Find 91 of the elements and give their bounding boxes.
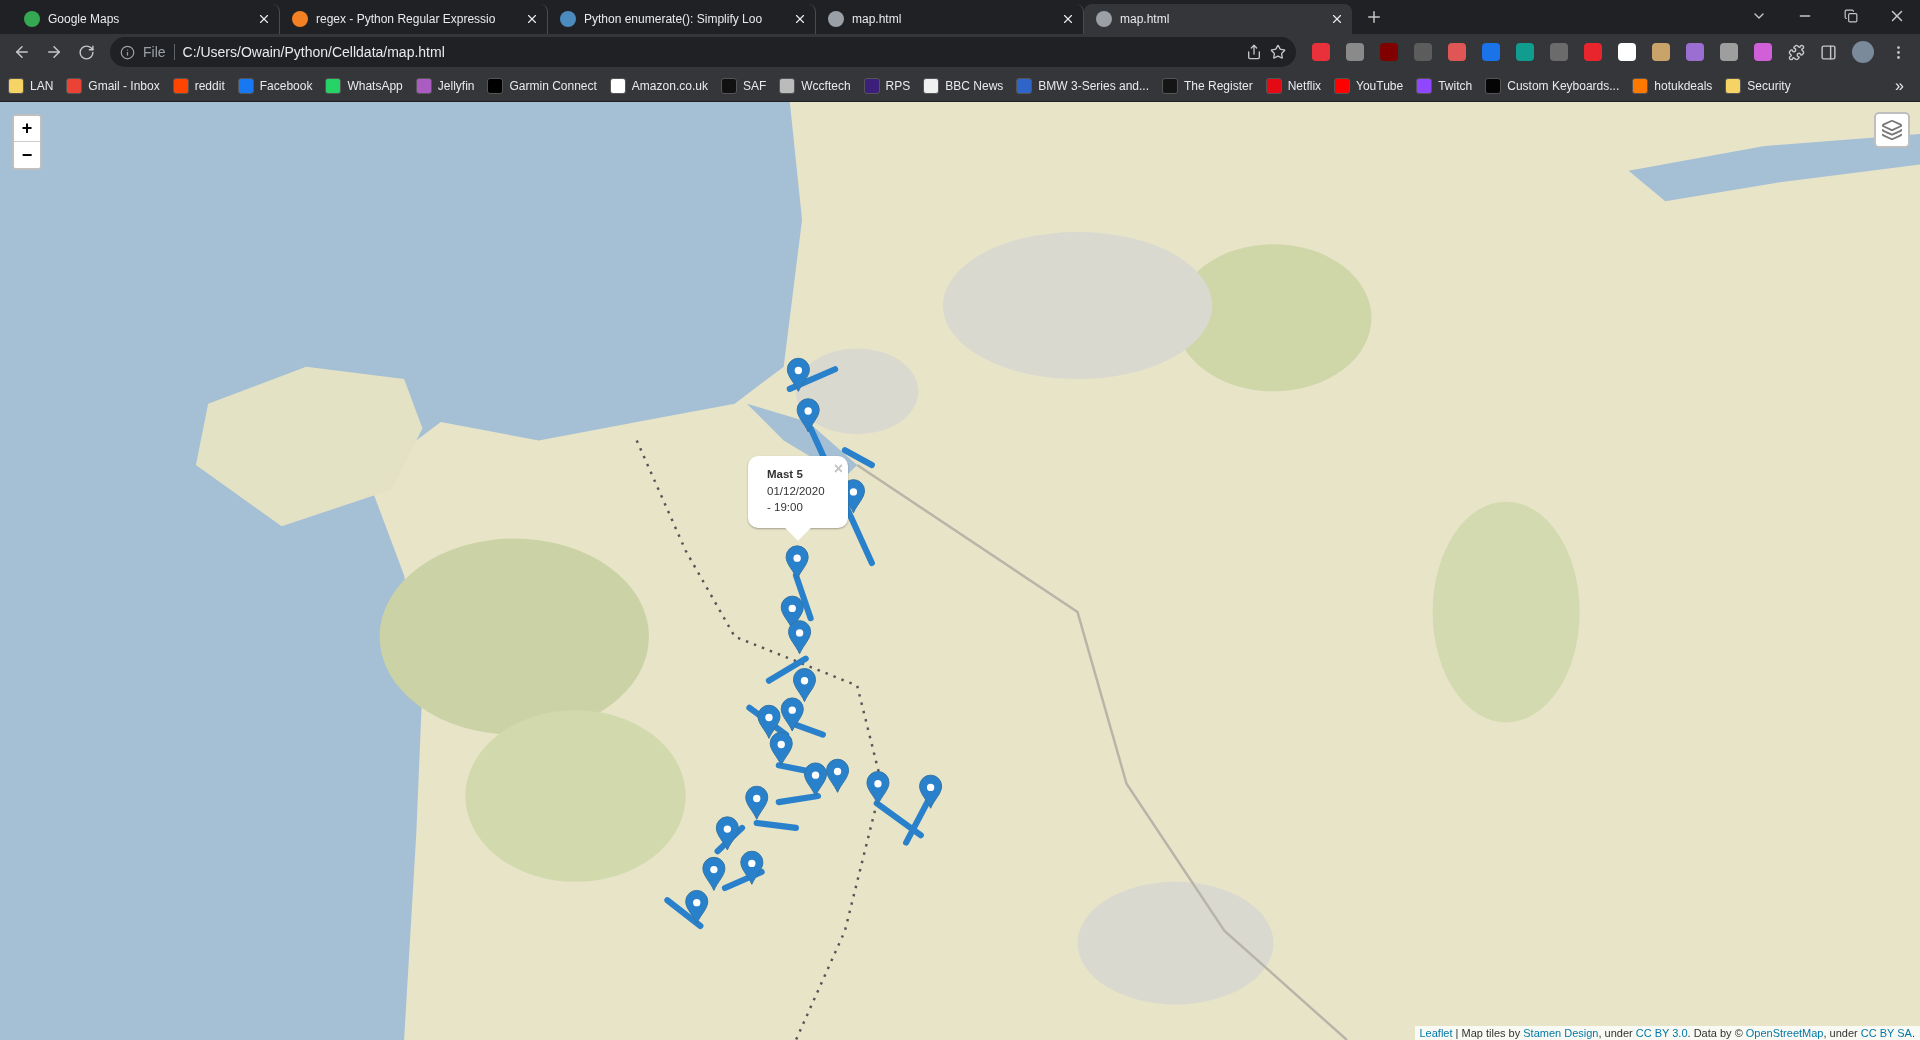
bookmark-item[interactable]: WhatsApp bbox=[325, 77, 403, 94]
layers-button[interactable] bbox=[1874, 112, 1910, 148]
bookmark-item[interactable]: BMW 3-Series and... bbox=[1016, 77, 1149, 94]
bookmark-item[interactable]: Netflix bbox=[1265, 77, 1322, 94]
more-bookmarks-button[interactable]: » bbox=[1887, 76, 1912, 95]
bookmark-label: reddit bbox=[194, 78, 225, 93]
bookmark-item[interactable]: Security bbox=[1725, 77, 1791, 94]
bookmark-item[interactable]: Garmin Connect bbox=[487, 77, 597, 94]
map-pin-icon[interactable] bbox=[702, 856, 726, 891]
bookmark-label: Amazon.co.uk bbox=[631, 78, 708, 93]
map-pin-icon[interactable] bbox=[715, 816, 739, 851]
bookmark-label: Facebook bbox=[259, 78, 313, 93]
bookmark-label: Garmin Connect bbox=[509, 78, 597, 93]
extension-icon[interactable] bbox=[1312, 43, 1330, 61]
bookmark-label: hotukdeals bbox=[1654, 78, 1713, 93]
close-icon[interactable] bbox=[793, 12, 807, 26]
extension-icon[interactable] bbox=[1720, 43, 1738, 61]
bookmark-label: Wccftech bbox=[801, 78, 851, 93]
close-icon[interactable] bbox=[525, 12, 539, 26]
attribution-link[interactable]: CC BY 3.0 bbox=[1635, 1027, 1688, 1039]
extension-icon[interactable] bbox=[1448, 43, 1466, 61]
bookmark-label: Twitch bbox=[1438, 78, 1473, 93]
extension-icon[interactable] bbox=[1754, 43, 1772, 61]
map-pin-icon[interactable] bbox=[685, 889, 709, 924]
map-pin-icon[interactable] bbox=[785, 545, 809, 580]
address-bar[interactable]: File C:/Users/Owain/Python/Celldata/map.html bbox=[110, 37, 1296, 67]
popup-date: 01/12/2020 bbox=[767, 483, 826, 499]
map-pin-icon[interactable] bbox=[769, 731, 793, 766]
star-icon[interactable] bbox=[1270, 44, 1286, 60]
bookmark-item[interactable]: Custom Keyboards... bbox=[1485, 77, 1620, 94]
bookmark-label: BBC News bbox=[945, 78, 1004, 93]
popup-title: Mast 5 bbox=[767, 467, 804, 482]
attribution-text: Leaflet | Map tiles by Stamen Design, under CC BY 3.0. Data by © OpenStreetMap, under CC BY SA. bbox=[1414, 1026, 1920, 1040]
scheme-label: File bbox=[143, 44, 175, 60]
bookmark-label: Netflix bbox=[1287, 78, 1322, 93]
zoom-in-button[interactable]: + bbox=[14, 116, 40, 142]
bookmark-item[interactable]: BBC News bbox=[923, 77, 1004, 94]
map-pin-icon[interactable] bbox=[793, 668, 816, 703]
map-pin-icon[interactable] bbox=[740, 850, 764, 885]
bookmark-item[interactable]: Jellyfin bbox=[415, 77, 475, 94]
extension-icon[interactable] bbox=[1652, 43, 1670, 61]
bookmark-label: Security bbox=[1747, 78, 1791, 93]
extension-icon[interactable] bbox=[1686, 43, 1704, 61]
share-icon[interactable] bbox=[1246, 44, 1262, 60]
bookmark-item[interactable]: SAF bbox=[720, 77, 767, 94]
bookmark-item[interactable]: Facebook bbox=[237, 77, 313, 94]
bookmark-item[interactable]: Amazon.co.uk bbox=[609, 77, 708, 94]
bookmark-item[interactable]: YouTube bbox=[1334, 77, 1404, 94]
map-pin-icon[interactable] bbox=[786, 357, 810, 392]
close-icon[interactable] bbox=[1061, 12, 1075, 26]
extension-icon[interactable] bbox=[1346, 43, 1364, 61]
bookmark-label: SAF bbox=[742, 78, 767, 93]
bookmark-item[interactable]: reddit bbox=[172, 77, 225, 94]
close-icon[interactable] bbox=[257, 12, 271, 26]
extension-icon[interactable] bbox=[1584, 43, 1602, 61]
map-pin-icon[interactable] bbox=[745, 785, 769, 820]
map-pin-icon[interactable] bbox=[804, 762, 827, 797]
bookmark-item[interactable]: Wccftech bbox=[779, 77, 851, 94]
bookmark-label: RPS bbox=[885, 78, 911, 93]
bookmark-label: LAN bbox=[30, 78, 54, 93]
bookmark-label: Gmail - Inbox bbox=[88, 78, 160, 93]
bookmark-label: WhatsApp bbox=[347, 78, 403, 93]
map-pin-icon[interactable] bbox=[788, 620, 812, 655]
popup-time: - 19:00 bbox=[767, 500, 804, 516]
bookmark-label: BMW 3-Series and... bbox=[1038, 78, 1149, 93]
bookmark-item[interactable]: RPS bbox=[863, 77, 911, 94]
bookmark-label: YouTube bbox=[1356, 78, 1404, 93]
close-icon[interactable] bbox=[1330, 12, 1344, 26]
attribution-link[interactable]: CC BY SA bbox=[1860, 1027, 1912, 1039]
extension-icon[interactable] bbox=[1618, 43, 1636, 61]
bookmark-item[interactable]: Twitch bbox=[1416, 77, 1473, 94]
extension-icon[interactable] bbox=[1516, 43, 1534, 61]
info-icon[interactable] bbox=[120, 44, 135, 60]
bookmark-label: Jellyfin bbox=[437, 78, 475, 93]
attribution-link[interactable]: Leaflet bbox=[1419, 1027, 1453, 1039]
map-pin-icon[interactable] bbox=[757, 704, 781, 739]
bookmark-item[interactable]: LAN bbox=[8, 77, 54, 94]
url-text: C:/Users/Owain/Python/Celldata/map.html bbox=[182, 44, 446, 60]
avatar-icon[interactable] bbox=[1852, 41, 1874, 63]
browser-tab[interactable]: map.html bbox=[1084, 4, 1352, 34]
bookmark-label: The Register bbox=[1184, 78, 1253, 93]
map-pin-icon[interactable] bbox=[796, 398, 820, 433]
bookmark-label: Custom Keyboards... bbox=[1507, 78, 1620, 93]
bookmark-item[interactable]: The Register bbox=[1162, 77, 1253, 94]
bookmark-item[interactable]: Gmail - Inbox bbox=[66, 77, 160, 94]
map-pin-icon[interactable] bbox=[866, 771, 890, 806]
bookmark-item[interactable]: hotukdeals bbox=[1632, 77, 1713, 94]
map-pin-icon[interactable] bbox=[919, 774, 943, 809]
map-pin-icon[interactable] bbox=[780, 697, 804, 732]
layers-icon bbox=[1881, 119, 1903, 141]
map-pin-icon[interactable] bbox=[826, 758, 850, 793]
